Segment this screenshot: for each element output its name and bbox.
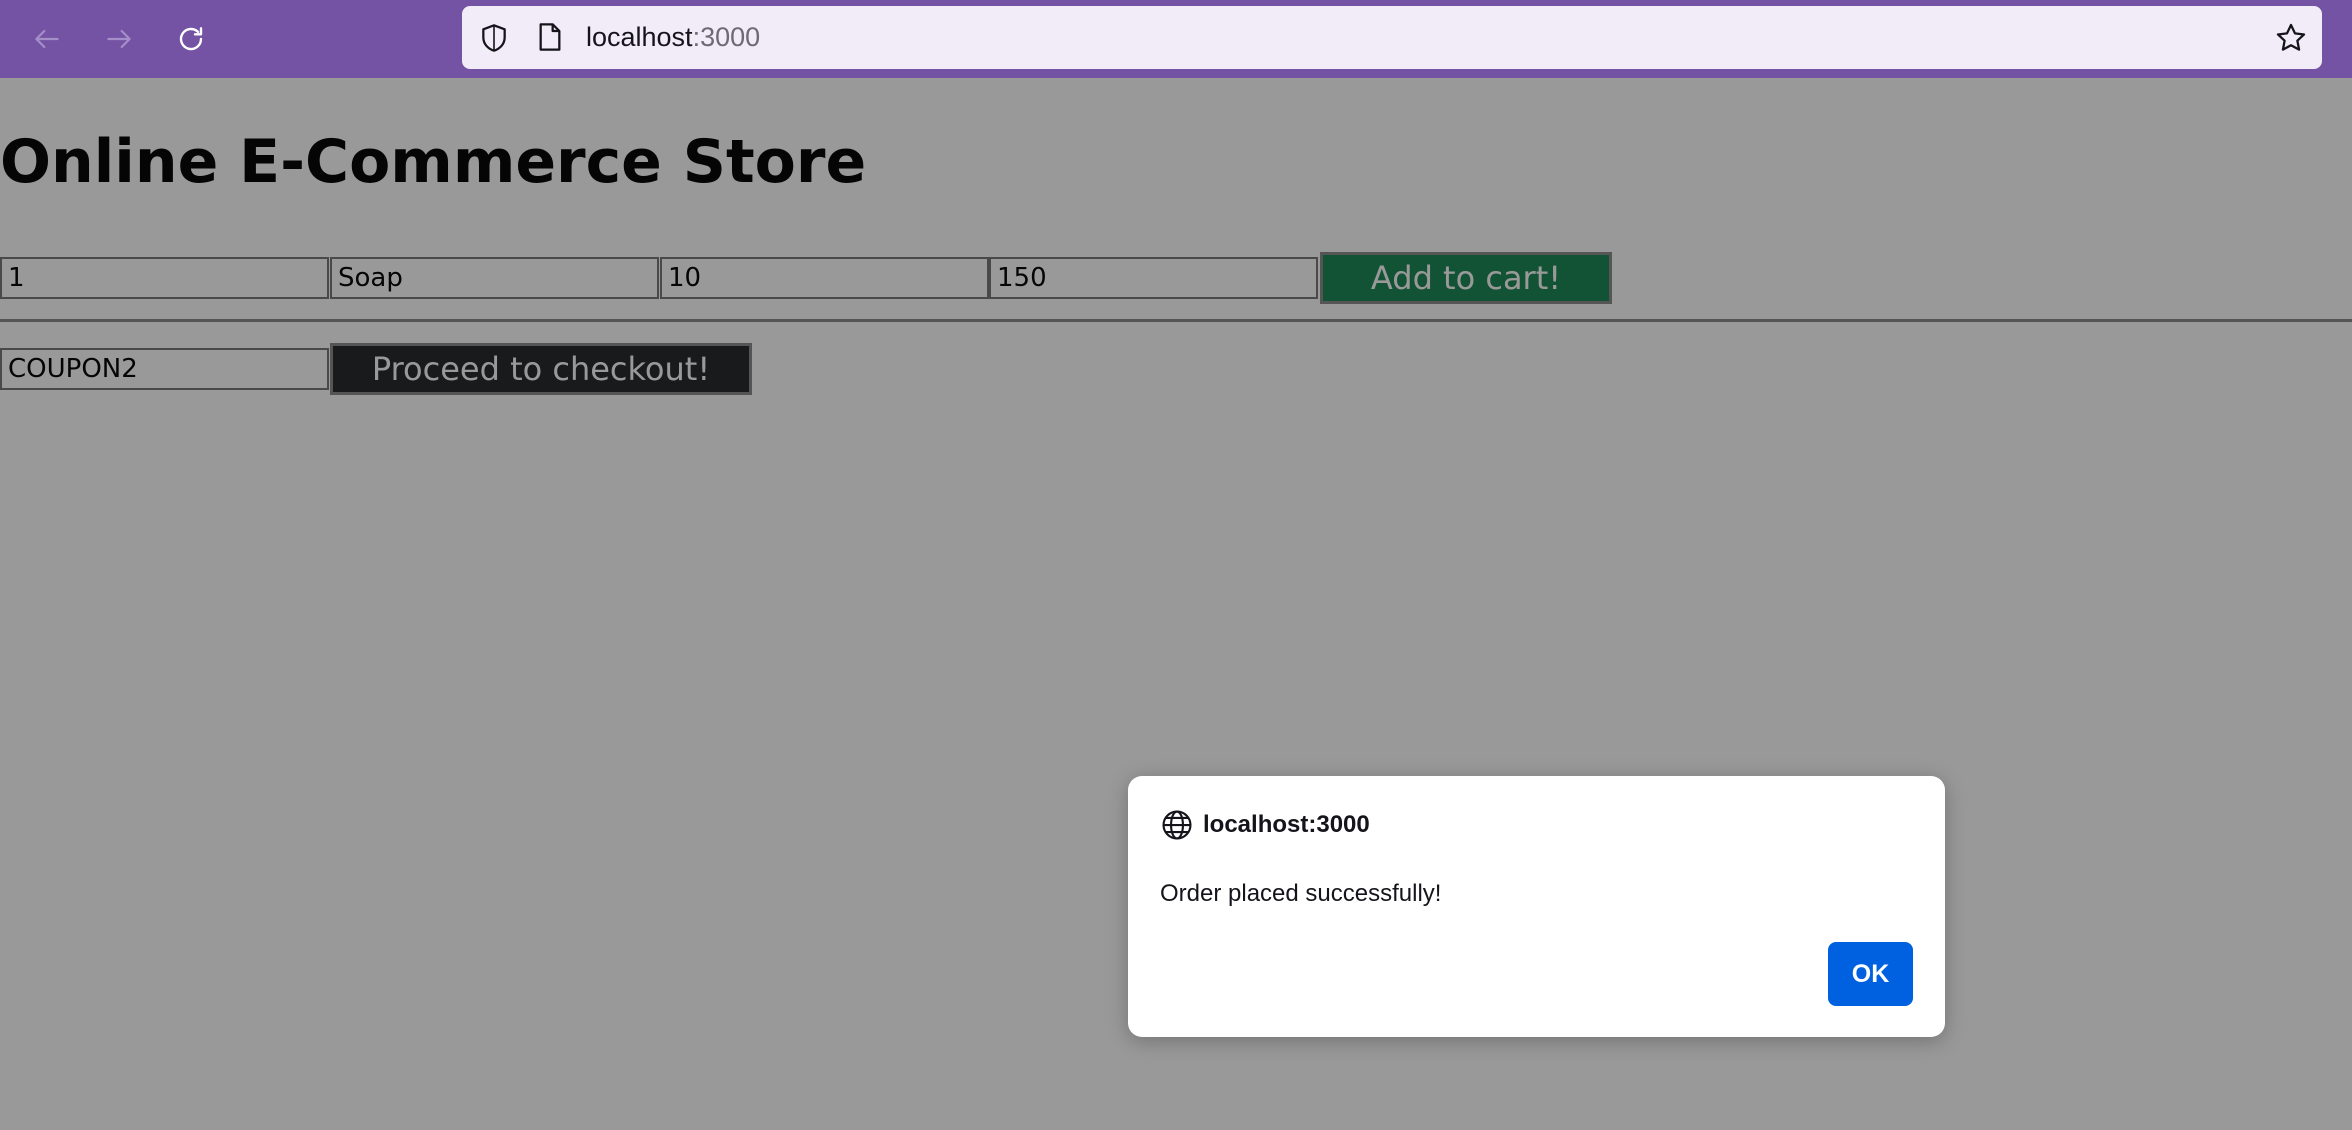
back-button[interactable]	[22, 14, 72, 64]
page-icon[interactable]	[534, 21, 566, 53]
dialog-origin-text: localhost:3000	[1203, 811, 1370, 838]
arrow-left-icon	[35, 29, 59, 49]
dialog-message: Order placed successfully!	[1160, 880, 1442, 907]
forward-button[interactable]	[94, 14, 144, 64]
url-port: :3000	[692, 22, 761, 52]
url-text[interactable]: localhost:3000	[586, 20, 760, 54]
star-icon[interactable]	[2274, 21, 2308, 55]
dialog-origin: localhost:3000	[1160, 808, 1370, 842]
ok-button[interactable]: OK	[1828, 942, 1913, 1006]
url-host: localhost	[586, 22, 693, 52]
shield-icon[interactable]	[478, 22, 510, 54]
address-bar[interactable]: localhost:3000	[462, 6, 2322, 69]
reload-icon	[179, 27, 203, 51]
alert-dialog: localhost:3000 Order placed successfully…	[1128, 776, 1945, 1037]
reload-button[interactable]	[166, 14, 216, 64]
arrow-right-icon	[107, 29, 131, 49]
browser-toolbar: localhost:3000	[0, 0, 2352, 78]
globe-icon	[1162, 810, 1192, 840]
